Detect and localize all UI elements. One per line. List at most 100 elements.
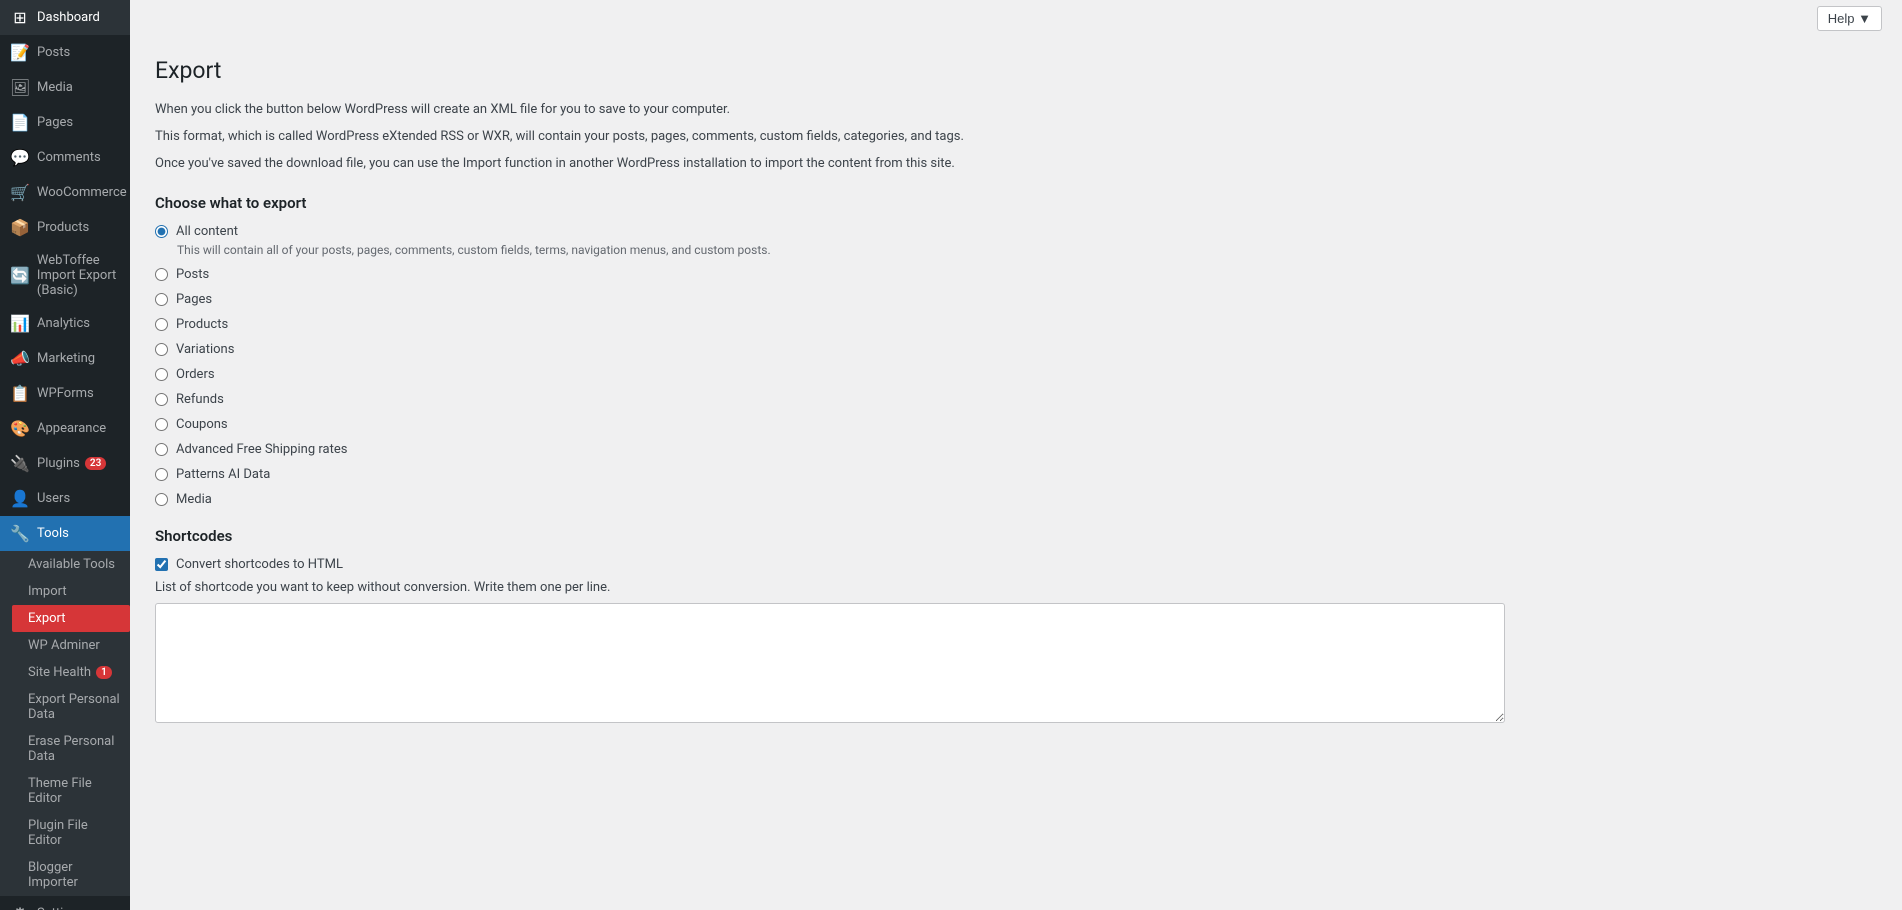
radio-variations[interactable]: Variations: [155, 342, 1505, 357]
radio-orders[interactable]: Orders: [155, 367, 1505, 382]
radio-label-posts: Posts: [176, 267, 209, 282]
radio-products[interactable]: Products: [155, 317, 1505, 332]
radio-pages[interactable]: Pages: [155, 292, 1505, 307]
sidebar-item-comments[interactable]: 💬Comments: [0, 140, 130, 175]
dashboard-icon: ⊞: [10, 8, 30, 27]
shortcodes-textarea[interactable]: [155, 603, 1505, 723]
radio-label-pages: Pages: [176, 292, 212, 307]
sidebar-subitem-import[interactable]: Import: [12, 578, 130, 605]
radio-patterns-ai-data[interactable]: Patterns AI Data: [155, 467, 1505, 482]
sidebar-subitem-export[interactable]: Export: [12, 605, 130, 632]
sidebar-label-tools: Tools: [37, 526, 69, 541]
radio-input-variations[interactable]: [155, 343, 168, 356]
sidebar-label-woocommerce: WooCommerce: [37, 185, 127, 200]
radio-input-media[interactable]: [155, 493, 168, 506]
sidebar-subitem-export-personal-data[interactable]: Export Personal Data: [12, 686, 130, 728]
radio-input-products[interactable]: [155, 318, 168, 331]
tools-submenu: Available ToolsImportExportWP AdminerSit…: [0, 551, 130, 896]
radio-input-pages[interactable]: [155, 293, 168, 306]
sidebar-subitem-available-tools[interactable]: Available Tools: [12, 551, 130, 578]
sidebar-item-tools[interactable]: 🔧 Tools: [0, 516, 130, 551]
sidebar-item-plugins[interactable]: 🔌Plugins23: [0, 446, 130, 481]
sidebar-item-media[interactable]: 🖼Media: [0, 70, 130, 105]
subitem-label-site-health: Site Health: [28, 665, 91, 680]
shortcodes-checkbox-label[interactable]: Convert shortcodes to HTML: [155, 557, 1505, 572]
radio-advanced-free-shipping[interactable]: Advanced Free Shipping rates: [155, 442, 1505, 457]
radio-label-media: Media: [176, 492, 212, 507]
sidebar: ⊞Dashboard📝Posts🖼Media📄Pages💬Comments 🛒 Wo…: [0, 0, 130, 910]
all-content-desc: This will contain all of your posts, pag…: [177, 243, 1505, 257]
sidebar-label-pages: Pages: [37, 115, 73, 130]
settings-icon: ⚙: [10, 904, 30, 910]
analytics-icon: 📊: [10, 314, 30, 333]
radio-input-advanced-free-shipping[interactable]: [155, 443, 168, 456]
sidebar-item-pages[interactable]: 📄Pages: [0, 105, 130, 140]
radio-label-patterns-ai-data: Patterns AI Data: [176, 467, 270, 482]
sidebar-label-products: Products: [37, 220, 89, 235]
radio-input-posts[interactable]: [155, 268, 168, 281]
shortcodes-checkbox[interactable]: [155, 558, 168, 571]
sidebar-subitem-erase-personal-data[interactable]: Erase Personal Data: [12, 728, 130, 770]
subitem-label-theme-file-editor: Theme File Editor: [28, 776, 122, 806]
radio-input-coupons[interactable]: [155, 418, 168, 431]
sidebar-label-users: Users: [37, 491, 70, 506]
choose-export-title: Choose what to export: [155, 194, 1505, 212]
sidebar-item-posts[interactable]: 📝Posts: [0, 35, 130, 70]
desc2: This format, which is called WordPress e…: [155, 127, 1505, 148]
subitem-label-plugin-file-editor: Plugin File Editor: [28, 818, 122, 848]
sidebar-subitem-blogger-importer[interactable]: Blogger Importer: [12, 854, 130, 896]
sidebar-item-appearance[interactable]: 🎨 Appearance: [0, 411, 130, 446]
radio-posts[interactable]: Posts: [155, 267, 1505, 282]
woocommerce-icon: 🛒: [10, 183, 30, 202]
sidebar-label-posts: Posts: [37, 45, 70, 60]
export-options: All content This will contain all of you…: [155, 224, 1505, 507]
shortcodes-section: Shortcodes Convert shortcodes to HTML Li…: [155, 527, 1505, 727]
sidebar-subitem-theme-file-editor[interactable]: Theme File Editor: [12, 770, 130, 812]
radio-input-patterns-ai-data[interactable]: [155, 468, 168, 481]
products-icon: 📦: [10, 218, 30, 237]
sidebar-subitem-site-health[interactable]: Site Health1: [12, 659, 130, 686]
sidebar-item-marketing[interactable]: 📣Marketing: [0, 341, 130, 376]
page-title: Export: [155, 57, 1505, 84]
sidebar-subitem-plugin-file-editor[interactable]: Plugin File Editor: [12, 812, 130, 854]
radio-all-content-label: All content: [176, 224, 238, 239]
radio-input-refunds[interactable]: [155, 393, 168, 406]
comments-icon: 💬: [10, 148, 30, 167]
radio-input-orders[interactable]: [155, 368, 168, 381]
topbar: Help ▼: [130, 0, 1902, 37]
marketing-icon: 📣: [10, 349, 30, 368]
sidebar-label-settings: Settings: [37, 906, 84, 910]
main-content: Help ▼ Export When you click the button …: [130, 0, 1902, 910]
radio-all-content-input[interactable]: [155, 225, 168, 238]
radio-all-content[interactable]: All content: [155, 224, 1505, 239]
sidebar-label-plugins: Plugins: [37, 456, 80, 471]
sidebar-item-products[interactable]: 📦 Products: [0, 210, 130, 245]
desc3: Once you've saved the download file, you…: [155, 154, 1505, 175]
sidebar-label-webtoffee: WebToffee Import Export (Basic): [37, 253, 120, 298]
sidebar-subitem-wp-adminer[interactable]: WP Adminer: [12, 632, 130, 659]
radio-label-coupons: Coupons: [176, 417, 228, 432]
appearance-icon: 🎨: [10, 419, 30, 438]
sidebar-label-appearance: Appearance: [37, 421, 106, 436]
shortcodes-checkbox-text: Convert shortcodes to HTML: [176, 557, 343, 572]
sidebar-item-webtoffee[interactable]: 🔄 WebToffee Import Export (Basic): [0, 245, 130, 306]
radio-label-orders: Orders: [176, 367, 215, 382]
tools-icon: 🔧: [10, 524, 30, 543]
radio-coupons[interactable]: Coupons: [155, 417, 1505, 432]
sidebar-item-users[interactable]: 👤Users: [0, 481, 130, 516]
sidebar-item-settings[interactable]: ⚙ Settings: [0, 896, 130, 910]
sidebar-item-dashboard[interactable]: ⊞Dashboard: [0, 0, 130, 35]
sidebar-item-wpforms[interactable]: 📋 WPForms: [0, 376, 130, 411]
shortcodes-desc: List of shortcode you want to keep witho…: [155, 580, 1505, 595]
sidebar-item-analytics[interactable]: 📊Analytics: [0, 306, 130, 341]
plugins-icon: 🔌: [10, 454, 30, 473]
radio-label-variations: Variations: [176, 342, 234, 357]
sidebar-item-woocommerce[interactable]: 🛒 WooCommerce: [0, 175, 130, 210]
radio-refunds[interactable]: Refunds: [155, 392, 1505, 407]
webtoffee-icon: 🔄: [10, 266, 30, 285]
radio-label-products: Products: [176, 317, 228, 332]
wpforms-icon: 📋: [10, 384, 30, 403]
help-button[interactable]: Help ▼: [1817, 6, 1882, 31]
sidebar-label-wpforms: WPForms: [37, 386, 94, 401]
radio-media[interactable]: Media: [155, 492, 1505, 507]
